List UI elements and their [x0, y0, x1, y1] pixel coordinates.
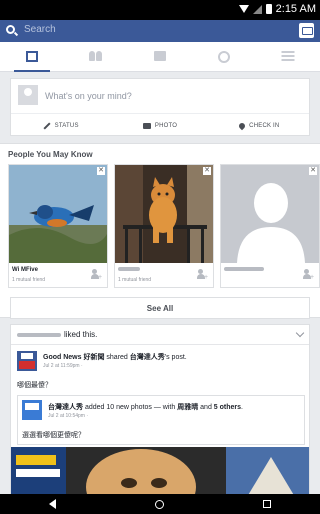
- shared-post[interactable]: 台灣達人秀 added 10 new photos — with 周雅晴 and…: [17, 395, 305, 445]
- camera-icon: [142, 122, 151, 129]
- status-bar: 2:15 AM: [0, 0, 320, 20]
- others-link[interactable]: 5 others: [214, 404, 241, 411]
- shared-middle: added 10 new photos — with: [84, 404, 176, 411]
- add-friend-icon[interactable]: +: [91, 269, 102, 281]
- status-button[interactable]: STATUS: [11, 114, 110, 137]
- home-icon[interactable]: [154, 499, 164, 509]
- story-text: 哪個最傻？: [17, 382, 52, 389]
- shared-timestamp[interactable]: Jul 2 at 10:54pm ·: [48, 413, 88, 419]
- shared-text: 選選看哪個更傻呢？: [22, 432, 85, 439]
- person-name[interactable]: [118, 267, 140, 273]
- close-icon[interactable]: ✕: [203, 167, 211, 175]
- divider: [11, 344, 309, 345]
- search-icon[interactable]: [6, 25, 15, 34]
- add-friend-icon[interactable]: +: [303, 269, 314, 281]
- news-feed-icon: [26, 51, 38, 62]
- profile-photo[interactable]: [9, 165, 107, 263]
- person-name[interactable]: Wi MFive: [12, 267, 38, 273]
- status-label: STATUS: [54, 122, 79, 129]
- tagged-person-link[interactable]: 周雅晴: [177, 404, 198, 411]
- tab-friend-requests[interactable]: [64, 42, 128, 71]
- profile-photo[interactable]: [221, 165, 319, 263]
- battery-icon: [265, 4, 272, 14]
- avatar[interactable]: [18, 85, 38, 105]
- shared-headline: 台灣達人秀 added 10 new photos — with 周雅晴 and…: [48, 402, 243, 412]
- tab-news-feed[interactable]: [0, 42, 64, 72]
- signal-icon: [252, 4, 262, 14]
- profile-photo[interactable]: [115, 165, 213, 263]
- shared-and: and: [200, 404, 212, 411]
- menu-icon: [281, 51, 295, 61]
- person-name[interactable]: [224, 267, 264, 273]
- post-word: 's post.: [164, 354, 187, 361]
- recent-apps-icon[interactable]: [262, 500, 271, 508]
- pymk-card[interactable]: ✕ 1 mutual friend +: [114, 164, 214, 288]
- android-nav-bar: [0, 494, 320, 514]
- chat-icon: [154, 51, 166, 61]
- pencil-icon: [43, 121, 51, 130]
- clock: 2:15 AM: [275, 3, 316, 15]
- mutual-friends: 1 mutual friend: [12, 277, 46, 283]
- story-headline: Good News 好新聞 shared 台灣達人秀's post.: [43, 352, 187, 362]
- close-icon[interactable]: ✕: [97, 167, 105, 175]
- photo-label: PHOTO: [154, 122, 178, 129]
- page-logo[interactable]: [17, 351, 37, 371]
- story-photo[interactable]: [11, 447, 309, 499]
- liked-text: liked this.: [64, 330, 98, 339]
- tab-more[interactable]: [256, 42, 320, 71]
- pymk-title: People You May Know: [8, 150, 93, 159]
- add-friend-icon[interactable]: +: [197, 269, 208, 281]
- friends-icon: [89, 51, 103, 62]
- check-in-label: CHECK IN: [249, 122, 280, 129]
- photo-button[interactable]: PHOTO: [110, 114, 209, 137]
- pymk-card[interactable]: ✕ +: [220, 164, 320, 288]
- shared-end: .: [241, 404, 243, 411]
- search-input[interactable]: Search: [24, 24, 56, 35]
- chevron-down-icon[interactable]: [295, 328, 305, 338]
- wifi-icon: [238, 5, 249, 13]
- friend-name[interactable]: [17, 332, 61, 337]
- tab-bar: [0, 42, 320, 72]
- pymk-card[interactable]: ✕ Wi MFive 1 mutual friend +: [8, 164, 108, 288]
- location-pin-icon: [237, 121, 247, 130]
- composer: What's on your mind? STATUS PHOTO CHECK …: [10, 78, 310, 136]
- target-page-link[interactable]: 台灣達人秀: [130, 354, 165, 361]
- shared-word: shared: [106, 354, 128, 361]
- close-icon[interactable]: ✕: [309, 167, 317, 175]
- shared-page-logo[interactable]: [22, 400, 42, 420]
- story-timestamp[interactable]: Jul 2 at 11:59pm ·: [43, 363, 83, 369]
- back-icon[interactable]: [49, 499, 57, 509]
- see-all-button[interactable]: See All: [10, 297, 310, 319]
- tab-messages[interactable]: [128, 42, 192, 71]
- story-context: liked this.: [17, 330, 97, 339]
- check-in-button[interactable]: CHECK IN: [210, 114, 309, 137]
- status-prompt[interactable]: What's on your mind?: [45, 91, 132, 101]
- page-name-link[interactable]: Good News 好新聞: [43, 354, 104, 361]
- shared-author-link[interactable]: 台灣達人秀: [48, 404, 83, 411]
- top-bar: Search: [0, 20, 320, 42]
- messenger-icon[interactable]: [299, 23, 314, 38]
- people-you-may-know: People You May Know ✕ Wi MFive 1 mutual …: [0, 143, 320, 319]
- tab-notifications[interactable]: [192, 42, 256, 71]
- feed-story: liked this. Good News 好新聞 shared 台灣達人秀's…: [10, 324, 310, 500]
- mutual-friends: 1 mutual friend: [118, 277, 152, 283]
- globe-icon: [218, 51, 230, 63]
